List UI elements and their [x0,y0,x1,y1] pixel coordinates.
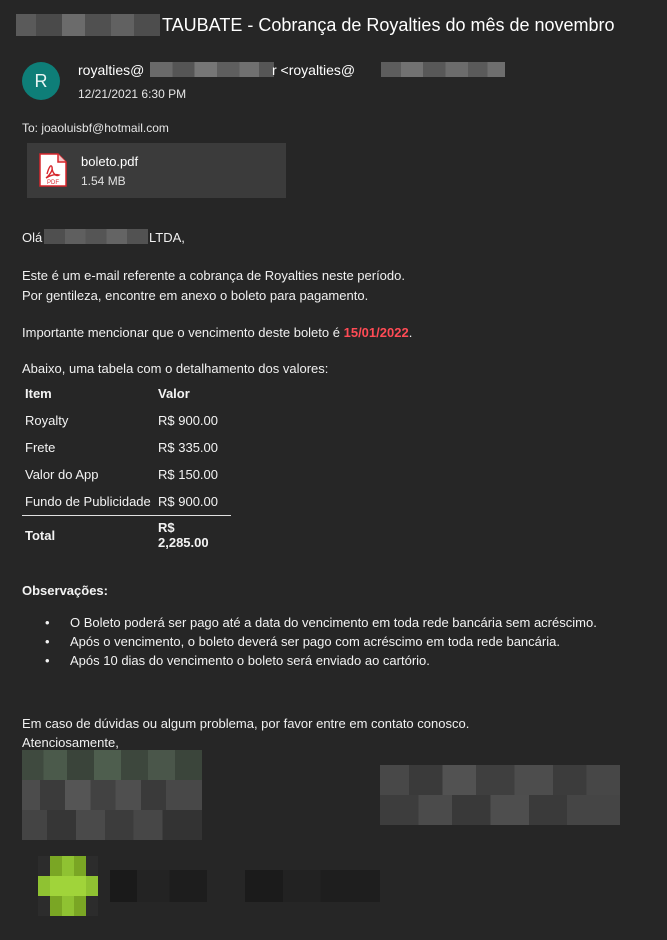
attachment-card[interactable]: PDF boleto.pdf 1.54 MB [27,143,286,198]
table-header-row: Item Valor [22,380,231,407]
pdf-icon: PDF [39,153,67,187]
redacted-signature-name [22,750,202,840]
row-value: R$ 900.00 [158,494,218,509]
table-row: Royalty R$ 900.00 [22,407,231,434]
redacted-subject-prefix [16,14,160,36]
total-label: Total [22,515,155,554]
due-date: 15/01/2022 [343,325,409,340]
table-intro: Abaixo, uma tabela com o detalhamento do… [22,361,329,376]
redacted-company-name [44,229,148,244]
sender-avatar[interactable]: R [22,62,60,100]
redacted-sender-name [150,62,274,77]
list-item: Após 10 dias do vencimento o boleto será… [45,651,597,670]
intro-line-1: Este é um e-mail referente a cobrança de… [22,268,405,283]
table-total-row: Total R$ 2,285.00 [22,515,231,554]
row-item: Fundo de Publicidade [25,494,151,509]
redacted-signature-contact [380,765,620,825]
table-row: Frete R$ 335.00 [22,434,231,461]
attachment-size: 1.54 MB [81,174,126,188]
intro-line-2: Por gentileza, encontre em anexo o bolet… [22,288,369,303]
row-value: R$ 335.00 [158,440,218,455]
row-value: R$ 150.00 [158,467,218,482]
table-row: Fundo de Publicidade R$ 900.00 [22,488,231,516]
observations-title: Observações: [22,583,108,598]
attachment-filename: boleto.pdf [81,154,139,169]
table-row: Valor do App R$ 150.00 [22,461,231,488]
total-value: R$ 2,285.00 [155,515,231,554]
row-value: R$ 900.00 [158,413,218,428]
column-header-item: Item [25,386,52,401]
list-item: O Boleto poderá ser pago até a data do v… [45,613,597,632]
due-date-suffix: . [408,325,413,340]
due-date-prefix: Importante mencionar que o vencimento de… [22,325,340,340]
sent-date: 12/21/2021 6:30 PM [78,87,187,101]
values-table: Item Valor Royalty R$ 900.00 Frete R$ 33… [22,380,231,554]
greeting-prefix: Olá [22,230,43,245]
sender-address-prefix[interactable]: r <royalties@ [272,62,355,78]
due-date-sentence: Importante mencionar que o vencimento de… [22,325,412,340]
row-item: Valor do App [25,467,99,482]
redacted-sender-domain [381,62,505,77]
observations-list: O Boleto poderá ser pago até a data do v… [45,613,597,670]
closing-line-2: Atenciosamente, [22,735,119,750]
column-header-value: Valor [158,386,190,401]
list-item: Após o vencimento, o boleto deverá ser p… [45,632,597,651]
row-item: Frete [25,440,56,455]
redacted-logo [38,856,98,916]
recipient-line: To: joaoluisbf@hotmail.com [22,121,169,135]
email-subject: TAUBATE - Cobrança de Royalties do mês d… [162,15,615,35]
row-item: Royalty [25,413,69,428]
svg-text:PDF: PDF [47,180,59,186]
closing-line-1: Em caso de dúvidas ou algum problema, po… [22,716,470,731]
greeting-suffix: LTDA, [149,230,185,245]
redacted-footer [110,870,380,902]
sender-name-prefix[interactable]: royalties@ [78,62,144,78]
